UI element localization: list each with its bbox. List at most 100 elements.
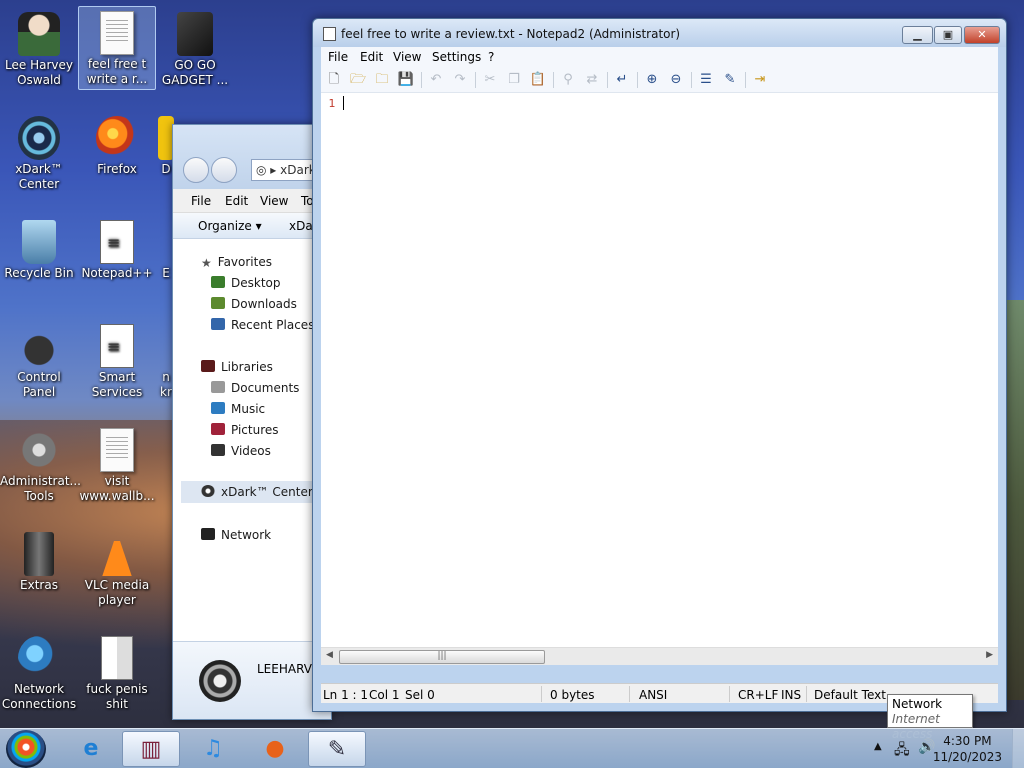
- find-icon[interactable]: ⚲: [559, 71, 577, 89]
- desktop-icon-go-go-gadget[interactable]: GO GO GADGET ...: [156, 8, 234, 88]
- browse-icon[interactable]: 🗀: [373, 71, 391, 89]
- network-tooltip: Network Internet access: [887, 694, 973, 741]
- thumb-grip: |||: [437, 651, 447, 661]
- desktop-icon-label: Extras: [20, 578, 58, 592]
- redo-icon[interactable]: ↷: [451, 71, 469, 89]
- desktop-icon-lee-harvey-oswald[interactable]: Lee Harvey Oswald: [0, 8, 78, 88]
- nav-label: Music: [231, 402, 266, 416]
- winrar-icon[interactable]: ▥: [122, 731, 180, 767]
- nav-music[interactable]: Music: [211, 402, 265, 416]
- dark-folder-icon: [177, 12, 213, 56]
- desktop-icon-notepad-plus-plus[interactable]: Notepad++: [78, 216, 156, 281]
- desktop-icon: [211, 276, 225, 288]
- desktop-icon-review-txt[interactable]: feel free t write a r...: [78, 6, 156, 90]
- nav-recent-places[interactable]: Recent Places: [211, 318, 314, 332]
- status-separator: [806, 686, 807, 702]
- desktop-icon-label: Network Connections: [1, 682, 77, 711]
- paste-icon[interactable]: 📋: [529, 71, 547, 89]
- menu-help[interactable]: ?: [488, 50, 494, 64]
- save-icon[interactable]: 💾: [397, 71, 415, 89]
- undo-icon[interactable]: ↶: [427, 71, 445, 89]
- network-tray-icon[interactable]: 🖧: [894, 739, 910, 763]
- maximize-button[interactable]: ▣: [934, 26, 962, 44]
- zoom-out-icon[interactable]: ⊖: [667, 71, 685, 89]
- desktop-icon-extras[interactable]: Extras: [0, 528, 78, 593]
- desktop-icon-label: Firefox: [97, 162, 137, 176]
- word-wrap-icon[interactable]: ↵: [613, 71, 631, 89]
- extras-icon: [24, 532, 54, 576]
- back-button[interactable]: [183, 157, 209, 183]
- menu-edit[interactable]: Edit: [360, 50, 383, 64]
- scheme-icon[interactable]: ☰: [697, 71, 715, 89]
- explorer-window[interactable]: ◎ ▸ xDark File Edit View To Organize ▾ x…: [172, 124, 341, 720]
- desktop-icon-xdark-center[interactable]: xDark™ Center: [0, 112, 78, 192]
- settings-icon[interactable]: ✎: [721, 71, 739, 89]
- notepad2-icon[interactable]: ✎: [308, 731, 366, 767]
- explorer-menu-view[interactable]: View: [260, 194, 288, 208]
- window-title: feel free to write a review.txt - Notepa…: [341, 27, 681, 41]
- scroll-right-icon[interactable]: ▶: [986, 650, 993, 660]
- scrollbar-thumb[interactable]: |||: [339, 650, 545, 664]
- zoom-in-icon[interactable]: ⊕: [643, 71, 661, 89]
- desktop-icon-document[interactable]: fuck penis shit: [78, 632, 156, 712]
- show-hidden-icons-icon[interactable]: ▲: [874, 741, 882, 752]
- nav-downloads[interactable]: Downloads: [211, 297, 297, 311]
- desktop-icon-recycle-bin[interactable]: Recycle Bin: [0, 216, 78, 281]
- nav-videos[interactable]: Videos: [211, 444, 271, 458]
- desktop-icon-label: GO GO GADGET ...: [161, 58, 229, 87]
- copy-icon[interactable]: ❐: [505, 71, 523, 89]
- cut-icon[interactable]: ✂: [481, 71, 499, 89]
- nav-documents[interactable]: Documents: [211, 381, 299, 395]
- nav-libraries[interactable]: Libraries: [201, 360, 273, 374]
- close-button[interactable]: ✕: [964, 26, 1000, 44]
- desktop-icon-admin-tools[interactable]: Administrat... Tools: [0, 424, 81, 504]
- desktop-icon-vlc[interactable]: VLC media player: [78, 528, 156, 608]
- explorer-menu-file[interactable]: File: [191, 194, 211, 208]
- menu-settings[interactable]: Settings: [432, 50, 481, 64]
- desktop-icon-control-panel[interactable]: Control Panel: [0, 320, 78, 400]
- open-folder-icon[interactable]: 🗁: [349, 71, 367, 89]
- menu-view[interactable]: View: [393, 50, 421, 64]
- organize-button[interactable]: Organize ▾: [198, 219, 262, 233]
- recycle-bin-icon: [22, 220, 56, 264]
- taskbar: e ▥ ♫ ● ✎ ▲ 🖧 🔊 4:30 PM 11/20/2023: [0, 728, 1024, 768]
- minimize-button[interactable]: ▁: [902, 26, 933, 44]
- status-eol[interactable]: CR+LF: [738, 688, 778, 702]
- exit-icon[interactable]: ⇥: [751, 71, 769, 89]
- replace-icon[interactable]: ⇄: [583, 71, 601, 89]
- menu-file[interactable]: File: [328, 50, 348, 64]
- toolbar-separator: [553, 72, 554, 88]
- desktop-icon-network-connections[interactable]: Network Connections: [0, 632, 78, 712]
- nav-pictures[interactable]: Pictures: [211, 423, 279, 437]
- desktop-icon-smart-services[interactable]: Smart Services: [78, 320, 156, 400]
- new-file-icon[interactable]: 🗋: [325, 71, 343, 89]
- nav-network[interactable]: Network: [201, 528, 271, 542]
- desktop-icon-visit-wallb[interactable]: visit www.wallb...: [78, 424, 156, 504]
- firefox-icon[interactable]: ●: [246, 731, 304, 767]
- nav-desktop[interactable]: Desktop: [211, 276, 281, 290]
- nav-label: Recent Places: [231, 318, 315, 332]
- internet-explorer-icon[interactable]: e: [62, 731, 120, 767]
- status-scheme[interactable]: Default Text: [814, 688, 886, 702]
- start-button[interactable]: [6, 730, 46, 768]
- desktop-icon-firefox[interactable]: Firefox: [78, 112, 156, 177]
- horizontal-scrollbar[interactable]: ◀ ||| ▶: [321, 647, 998, 665]
- show-desktop-button[interactable]: [1012, 729, 1024, 768]
- text-document-icon: [100, 11, 134, 55]
- editor-area[interactable]: 1 ◀ ||| ▶: [321, 93, 998, 665]
- status-mode[interactable]: INS: [781, 688, 801, 702]
- music-icon[interactable]: ♫: [184, 731, 242, 767]
- explorer-menu-edit[interactable]: Edit: [225, 194, 248, 208]
- desktop-icon-label: fuck penis shit: [86, 682, 148, 711]
- clock[interactable]: 4:30 PM 11/20/2023: [933, 733, 1002, 765]
- notepad2-title-bar[interactable]: feel free to write a review.txt - Notepa…: [313, 19, 1006, 47]
- nav-favorites[interactable]: ★ Favorites: [201, 255, 272, 270]
- scroll-left-icon[interactable]: ◀: [326, 650, 333, 660]
- pictures-icon: [211, 423, 225, 435]
- nav-label: Pictures: [231, 423, 279, 437]
- status-encoding[interactable]: ANSI: [639, 688, 667, 702]
- notepad2-window[interactable]: feel free to write a review.txt - Notepa…: [312, 18, 1007, 712]
- nav-xdark-center[interactable]: xDark™ Center: [181, 481, 331, 503]
- notepad-plus-plus-icon: [100, 220, 134, 264]
- forward-button[interactable]: [211, 157, 237, 183]
